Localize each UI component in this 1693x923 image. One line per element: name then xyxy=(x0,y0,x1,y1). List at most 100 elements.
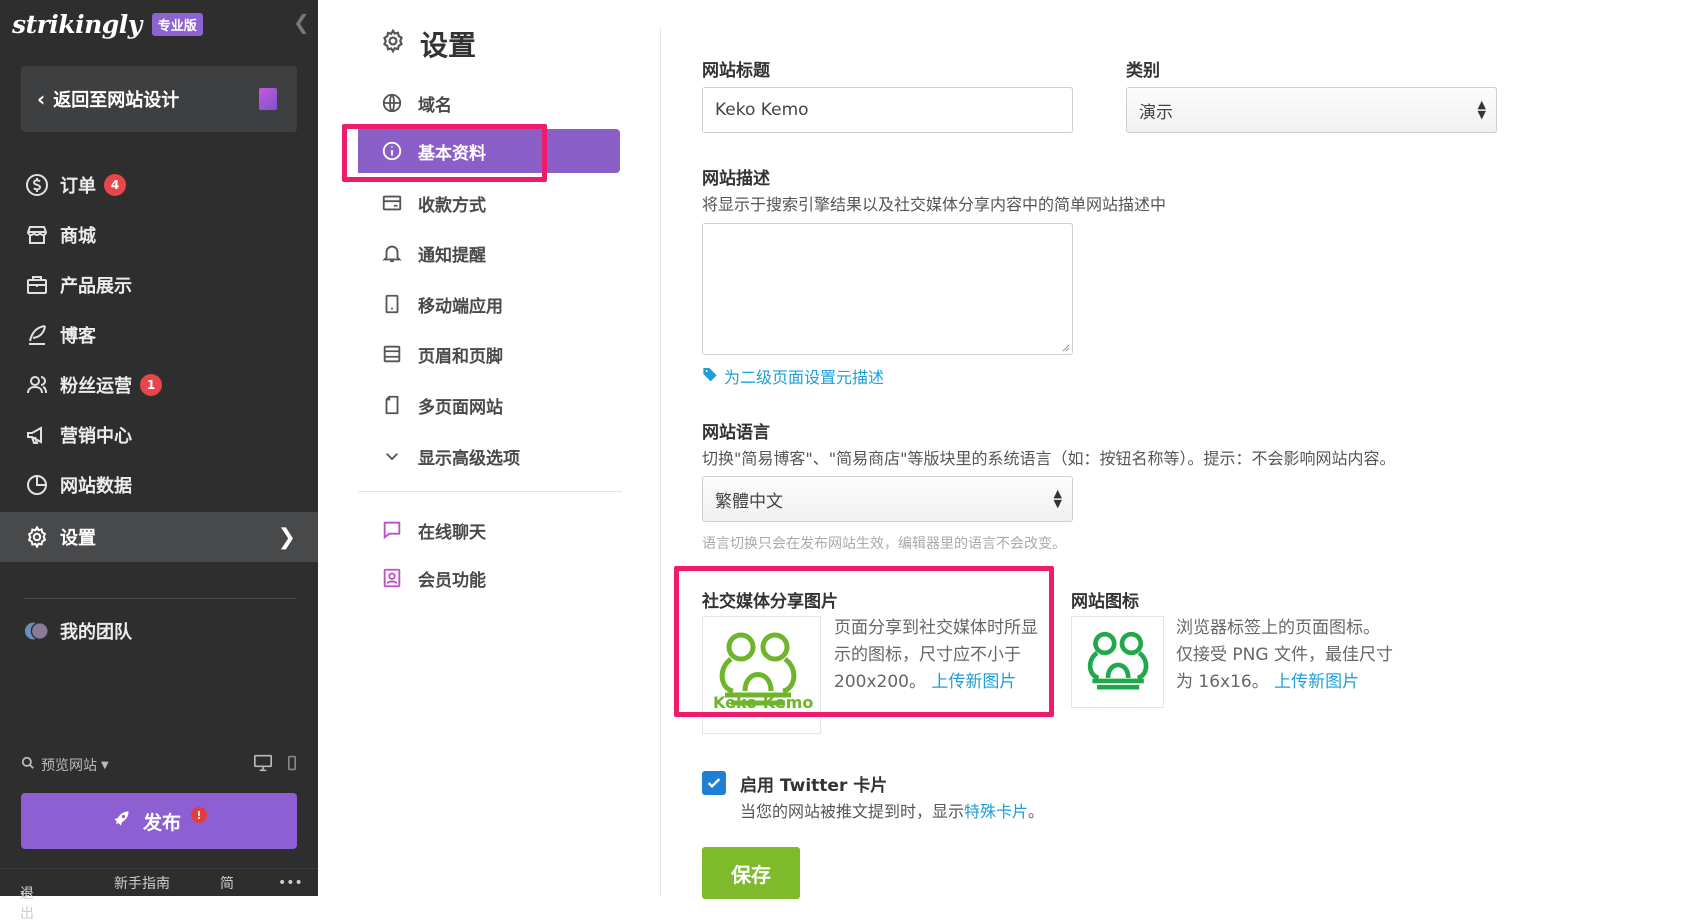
search-icon xyxy=(21,756,35,774)
back-to-design-button[interactable]: ‹ 返回至网站设计 xyxy=(21,66,297,132)
meta-description-link[interactable]: 为二级页面设置元描述 xyxy=(702,364,884,388)
brand: strikingly 专业版 xyxy=(12,6,203,42)
users-icon xyxy=(24,372,50,398)
sidebar-item-label: 商城 xyxy=(60,226,96,247)
sidebar-item-marketing[interactable]: 营销中心 xyxy=(0,410,318,460)
twitter-card-hint: 当您的网站被推文提到时，显示 特殊卡片 。 xyxy=(740,798,1044,822)
nav-label: 在线聊天 xyxy=(418,522,486,543)
language-note: 语言切换只会在发布网站生效，编辑器里的语言不会改变。 xyxy=(702,536,1066,552)
special-card-link[interactable]: 特殊卡片 xyxy=(964,798,1028,822)
sidebar-item-label: 粉丝运营 xyxy=(60,376,132,397)
chevron-down-icon xyxy=(380,444,404,468)
nav-header-footer[interactable]: 页眉和页脚 xyxy=(358,332,620,376)
store-icon xyxy=(24,222,50,248)
description-textarea[interactable] xyxy=(702,223,1073,355)
save-button[interactable]: 保存 xyxy=(702,847,800,899)
settings-title: 设置 xyxy=(380,24,476,64)
content-divider xyxy=(660,28,661,896)
favicon-desc-line-1: 浏览器标签上的页面图标。 xyxy=(1176,618,1380,638)
language-select[interactable]: 繁體中文 ▲ ▼ xyxy=(702,476,1073,522)
collapse-sidebar-icon[interactable]: ❮ xyxy=(293,10,310,34)
site-title-label: 网站标题 xyxy=(702,61,770,81)
nav-membership[interactable]: 会员功能 xyxy=(358,556,620,600)
sidebar-footer: 🡠 退出 新手指南 简 ••• xyxy=(0,868,318,922)
nav-label: 域名 xyxy=(418,95,452,116)
twitter-card-label: 启用 Twitter 卡片 xyxy=(740,776,888,796)
sidebar-item-analytics[interactable]: 网站数据 xyxy=(0,460,318,510)
main-sidebar: strikingly 专业版 ❮ ‹ 返回至网站设计 订单 4 商城 产品展示 … xyxy=(0,0,318,922)
credit-card-icon xyxy=(380,191,404,215)
logo[interactable]: strikingly xyxy=(12,10,142,39)
nav-live-chat[interactable]: 在线聊天 xyxy=(358,508,620,552)
publish-label: 发布 xyxy=(142,811,181,834)
bell-icon xyxy=(380,241,404,265)
highlight-social-image xyxy=(674,566,1054,717)
dollar-circle-icon xyxy=(24,172,50,198)
nav-advanced-toggle[interactable]: 显示高级选项 xyxy=(358,434,620,478)
preview-site-dropdown[interactable]: 预览网站 xyxy=(41,755,97,775)
favicon-desc-line-2: 仅接受 PNG 文件，最佳尺寸 xyxy=(1176,645,1393,665)
sidebar-item-fans[interactable]: 粉丝运营 1 xyxy=(0,360,318,410)
guide-link[interactable]: 新手指南 xyxy=(114,873,170,893)
highlight-basic-info xyxy=(342,124,547,182)
chevron-right-icon: ❯ xyxy=(277,524,296,550)
favicon-label: 网站图标 xyxy=(1071,592,1139,612)
sidebar-item-label: 博客 xyxy=(60,326,96,347)
nav-notifications[interactable]: 通知提醒 xyxy=(358,231,620,275)
sidebar-item-label: 产品展示 xyxy=(60,276,132,297)
sidebar-item-products[interactable]: 产品展示 xyxy=(0,260,318,310)
frog-favicon-icon xyxy=(1087,631,1149,690)
favicon-upload-link[interactable]: 上传新图片 xyxy=(1274,672,1359,692)
page-icon xyxy=(259,88,277,110)
orders-count-badge: 4 xyxy=(104,174,126,196)
mobile-preview-icon[interactable] xyxy=(287,755,297,775)
nav-label: 会员功能 xyxy=(418,570,486,591)
language-switch[interactable]: 简 xyxy=(220,873,234,893)
feather-pen-icon xyxy=(24,322,50,348)
sidebar-item-team[interactable]: 我的团队 xyxy=(0,606,318,656)
fans-count-badge: 1 xyxy=(140,374,162,396)
favicon-desc-size: 为 16x16。 xyxy=(1176,672,1269,692)
nav-payment[interactable]: 收款方式 xyxy=(358,181,620,225)
sidebar-item-settings[interactable]: 设置 ❯ xyxy=(0,512,318,562)
chat-icon xyxy=(380,518,404,542)
logout-label: 退出 xyxy=(20,885,34,922)
publish-button[interactable]: 发布 ! xyxy=(21,793,297,849)
briefcase-icon xyxy=(24,272,50,298)
nav-label: 收款方式 xyxy=(418,195,486,216)
nav-multi-page[interactable]: 多页面网站 xyxy=(358,383,620,427)
tag-icon xyxy=(702,366,718,386)
more-menu[interactable]: ••• xyxy=(278,875,303,891)
category-select[interactable]: 演示 ▲ ▼ xyxy=(1126,87,1497,133)
meta-link-label: 为二级页面设置元描述 xyxy=(724,368,885,387)
nav-label: 显示高级选项 xyxy=(418,448,520,469)
desktop-preview-icon[interactable] xyxy=(253,754,273,776)
megaphone-icon xyxy=(24,422,50,448)
nav-label: 移动端应用 xyxy=(418,296,503,317)
pages-icon xyxy=(380,393,404,417)
gear-icon xyxy=(24,524,50,550)
settings-title-text: 设置 xyxy=(420,29,477,62)
preview-row: 预览网站 ▼ xyxy=(21,752,297,778)
resize-handle-icon[interactable] xyxy=(1060,342,1070,352)
checkmark-icon xyxy=(707,778,721,788)
member-card-icon xyxy=(380,566,404,590)
sidebar-item-blog[interactable]: 博客 xyxy=(0,310,318,360)
nav-mobile-app[interactable]: 移动端应用 xyxy=(358,282,620,326)
nav-label: 通知提醒 xyxy=(418,245,486,266)
sidebar-item-orders[interactable]: 订单 4 xyxy=(0,160,318,210)
sidebar-item-label: 订单 xyxy=(60,176,96,197)
caret-down-icon: ▼ xyxy=(101,759,109,771)
site-title-input[interactable]: Keko Kemo xyxy=(702,87,1073,133)
favicon-thumbnail[interactable] xyxy=(1071,616,1164,708)
back-label: 返回至网站设计 xyxy=(53,90,180,111)
favicon-desc-line-3: 为 16x16。 上传新图片 xyxy=(1176,669,1476,696)
twitter-card-checkbox[interactable] xyxy=(702,771,726,795)
sidebar-item-label: 设置 xyxy=(60,528,96,549)
publish-warning-badge: ! xyxy=(191,807,207,823)
sidebar-item-store[interactable]: 商城 xyxy=(0,210,318,260)
sidebar-item-label: 我的团队 xyxy=(60,622,132,643)
layout-icon xyxy=(380,342,404,366)
nav-label: 页眉和页脚 xyxy=(418,346,503,367)
nav-domain[interactable]: 域名 xyxy=(358,81,620,125)
